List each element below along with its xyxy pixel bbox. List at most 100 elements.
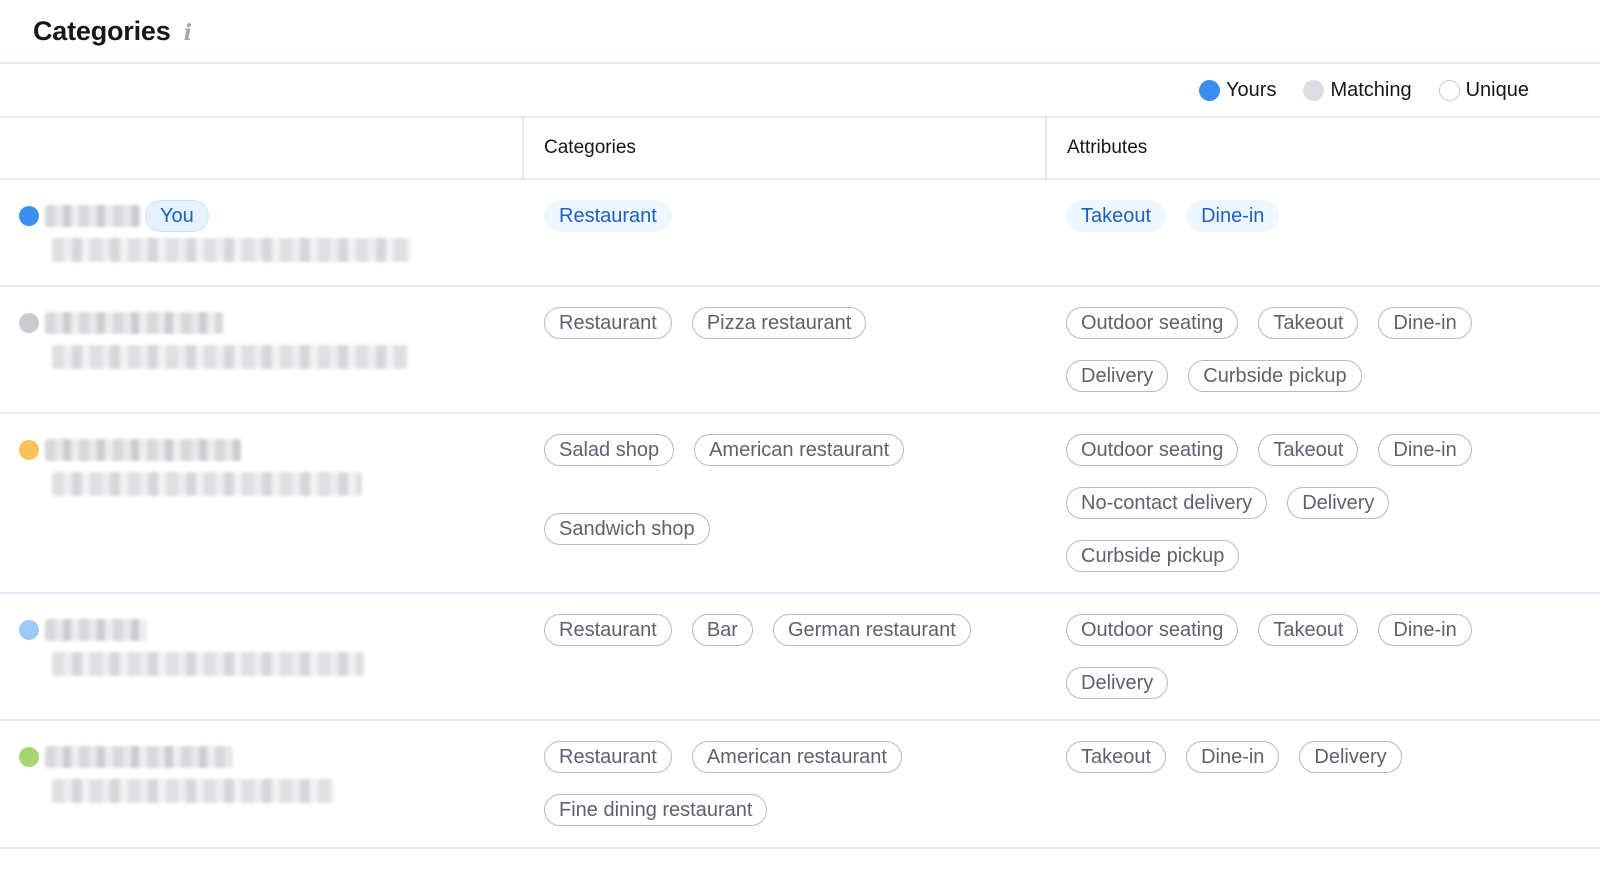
business-cell: [blurred] [blurred]	[0, 594, 522, 719]
attribute-chip: Takeout	[1258, 614, 1359, 646]
business-address-blurred: [blurred]	[52, 345, 408, 369]
category-chips: Restaurant	[544, 200, 1035, 232]
attribute-chip: Dine-in	[1378, 307, 1472, 339]
business-name-line: [blurred]	[19, 434, 522, 466]
legend-item-matching[interactable]: Matching	[1303, 78, 1412, 102]
table-row[interactable]: [blurred] [blurred] Salad shop American res…	[0, 414, 1600, 594]
category-chip: Sandwich shop	[544, 513, 710, 545]
attribute-chip: Outdoor seating	[1066, 434, 1239, 466]
category-chip: Restaurant	[544, 741, 672, 773]
category-chip: Restaurant	[544, 307, 672, 339]
attributes-cell: Takeout Dine-in Delivery	[1045, 721, 1600, 847]
competitor-dot-icon	[19, 206, 39, 226]
categories-cell: Salad shop American restaurant Sandwich sh…	[522, 414, 1045, 592]
legend: Yours Matching Unique	[0, 64, 1600, 118]
attribute-chip: Takeout	[1258, 307, 1359, 339]
attributes-cell: Takeout Dine-in	[1045, 180, 1600, 285]
category-chip: Restaurant	[544, 200, 672, 232]
attributes-cell: Outdoor seating Takeout Dine-in Delivery Cur…	[1045, 287, 1600, 412]
legend-label: Matching	[1330, 78, 1412, 101]
category-chip: Salad shop	[544, 434, 675, 466]
table-row[interactable]: [blurred] [blurred] Restaurant Bar German re…	[0, 594, 1600, 721]
attribute-chips: Outdoor seating Takeout Dine-in Delivery Cur…	[1066, 307, 1516, 392]
attribute-chip: Delivery	[1299, 741, 1402, 773]
category-chip: German restaurant	[772, 614, 971, 646]
category-chip: American restaurant	[694, 434, 905, 466]
attribute-chip: Delivery	[1066, 360, 1169, 392]
business-address-blurred: [blurred]	[52, 238, 410, 262]
you-badge: You	[145, 200, 209, 232]
table-row[interactable]: [blurred] [blurred] Restaurant Pizza restau…	[0, 287, 1600, 414]
page-title: Categories	[33, 15, 171, 46]
business-name-line: [blurred]	[19, 614, 522, 646]
attribute-chip: Takeout	[1066, 200, 1167, 232]
info-icon[interactable]: i	[184, 20, 192, 46]
business-name-blurred: [blurred]	[45, 312, 223, 334]
business-name-blurred: [blurred]	[45, 205, 141, 227]
competitor-dot-icon	[19, 747, 39, 767]
category-chip: Restaurant	[544, 614, 672, 646]
business-name-blurred: [blurred]	[45, 439, 241, 461]
category-chip: Bar	[691, 614, 753, 646]
business-cell: [blurred] [blurred]	[0, 414, 522, 592]
categories-card: Categories i Yours Matching Unique Categ…	[0, 0, 1600, 872]
attribute-chip: Takeout	[1258, 434, 1359, 466]
categories-cell: Restaurant Bar German restaurant	[522, 594, 1045, 719]
attribute-chip: No-contact delivery	[1066, 487, 1268, 519]
categories-cell: Restaurant Pizza restaurant	[522, 287, 1045, 412]
business-cell: [blurred]You[blurred]	[0, 180, 522, 285]
legend-item-yours[interactable]: Yours	[1199, 79, 1276, 102]
business-name-line: [blurred]You	[19, 200, 522, 232]
attribute-chips: Outdoor seating Takeout Dine-in Delivery	[1066, 614, 1516, 699]
category-chip: Fine dining restaurant	[544, 794, 768, 826]
business-address-blurred: [blurred]	[52, 779, 334, 803]
business-address-blurred: [blurred]	[52, 472, 362, 496]
category-chips: Restaurant Bar German restaurant	[544, 614, 1035, 646]
attribute-chips: Takeout Dine-in	[1066, 200, 1516, 232]
attribute-chip: Outdoor seating	[1066, 614, 1239, 646]
column-header-categories: Categories	[522, 118, 1045, 178]
table-row[interactable]: [blurred] [blurred] Restaurant American res…	[0, 721, 1600, 849]
attributes-cell: Outdoor seating Takeout Dine-in Delivery	[1045, 594, 1600, 719]
attribute-chip: Delivery	[1287, 487, 1390, 519]
category-chips: Salad shop American restaurant Sandwich sh…	[544, 434, 944, 545]
attribute-chip: Dine-in	[1186, 200, 1280, 232]
category-chip: American restaurant	[691, 741, 902, 773]
attribute-chips: Outdoor seating Takeout Dine-in No-contact …	[1066, 434, 1516, 572]
column-header-business	[0, 118, 522, 178]
business-name-line: [blurred]	[19, 307, 522, 339]
attribute-chip: Dine-in	[1378, 434, 1472, 466]
category-chips: Restaurant American restaurant Fine dining…	[544, 741, 1035, 826]
attribute-chip: Curbside pickup	[1066, 540, 1240, 572]
legend-dot-yours-icon	[1199, 79, 1221, 101]
business-cell: [blurred] [blurred]	[0, 287, 522, 412]
attributes-cell: Outdoor seating Takeout Dine-in No-contact …	[1045, 414, 1600, 592]
legend-dot-matching-icon	[1303, 79, 1325, 101]
attribute-chip: Dine-in	[1186, 741, 1280, 773]
table-header: Categories Attributes	[0, 118, 1600, 180]
column-header-attributes: Attributes	[1045, 118, 1600, 178]
card-header: Categories i	[0, 0, 1600, 64]
business-name-line: [blurred]	[19, 741, 522, 773]
legend-item-unique[interactable]: Unique	[1438, 78, 1529, 102]
competitor-dot-icon	[19, 313, 39, 333]
competitor-dot-icon	[19, 440, 39, 460]
category-chips: Restaurant Pizza restaurant	[544, 307, 1035, 339]
legend-label: Unique	[1465, 78, 1529, 101]
business-name-blurred: [blurred]	[45, 619, 147, 641]
attribute-chip: Dine-in	[1378, 614, 1472, 646]
attribute-chip: Curbside pickup	[1188, 360, 1362, 392]
categories-cell: Restaurant American restaurant Fine dining…	[522, 721, 1045, 847]
legend-dot-unique-icon	[1438, 79, 1460, 101]
business-name-blurred: [blurred]	[45, 746, 233, 768]
attribute-chips: Takeout Dine-in Delivery	[1066, 741, 1516, 773]
attribute-chip: Outdoor seating	[1066, 307, 1239, 339]
business-address-blurred: [blurred]	[52, 652, 364, 676]
table-row[interactable]: [blurred]You[blurred]RestaurantTakeoutDi…	[0, 180, 1600, 287]
table-body: [blurred]You[blurred]RestaurantTakeoutDi…	[0, 180, 1600, 849]
attribute-chip: Takeout	[1066, 741, 1167, 773]
categories-cell: Restaurant	[522, 180, 1045, 285]
attribute-chip: Delivery	[1066, 667, 1169, 699]
category-chip: Pizza restaurant	[691, 307, 867, 339]
competitor-dot-icon	[19, 620, 39, 640]
